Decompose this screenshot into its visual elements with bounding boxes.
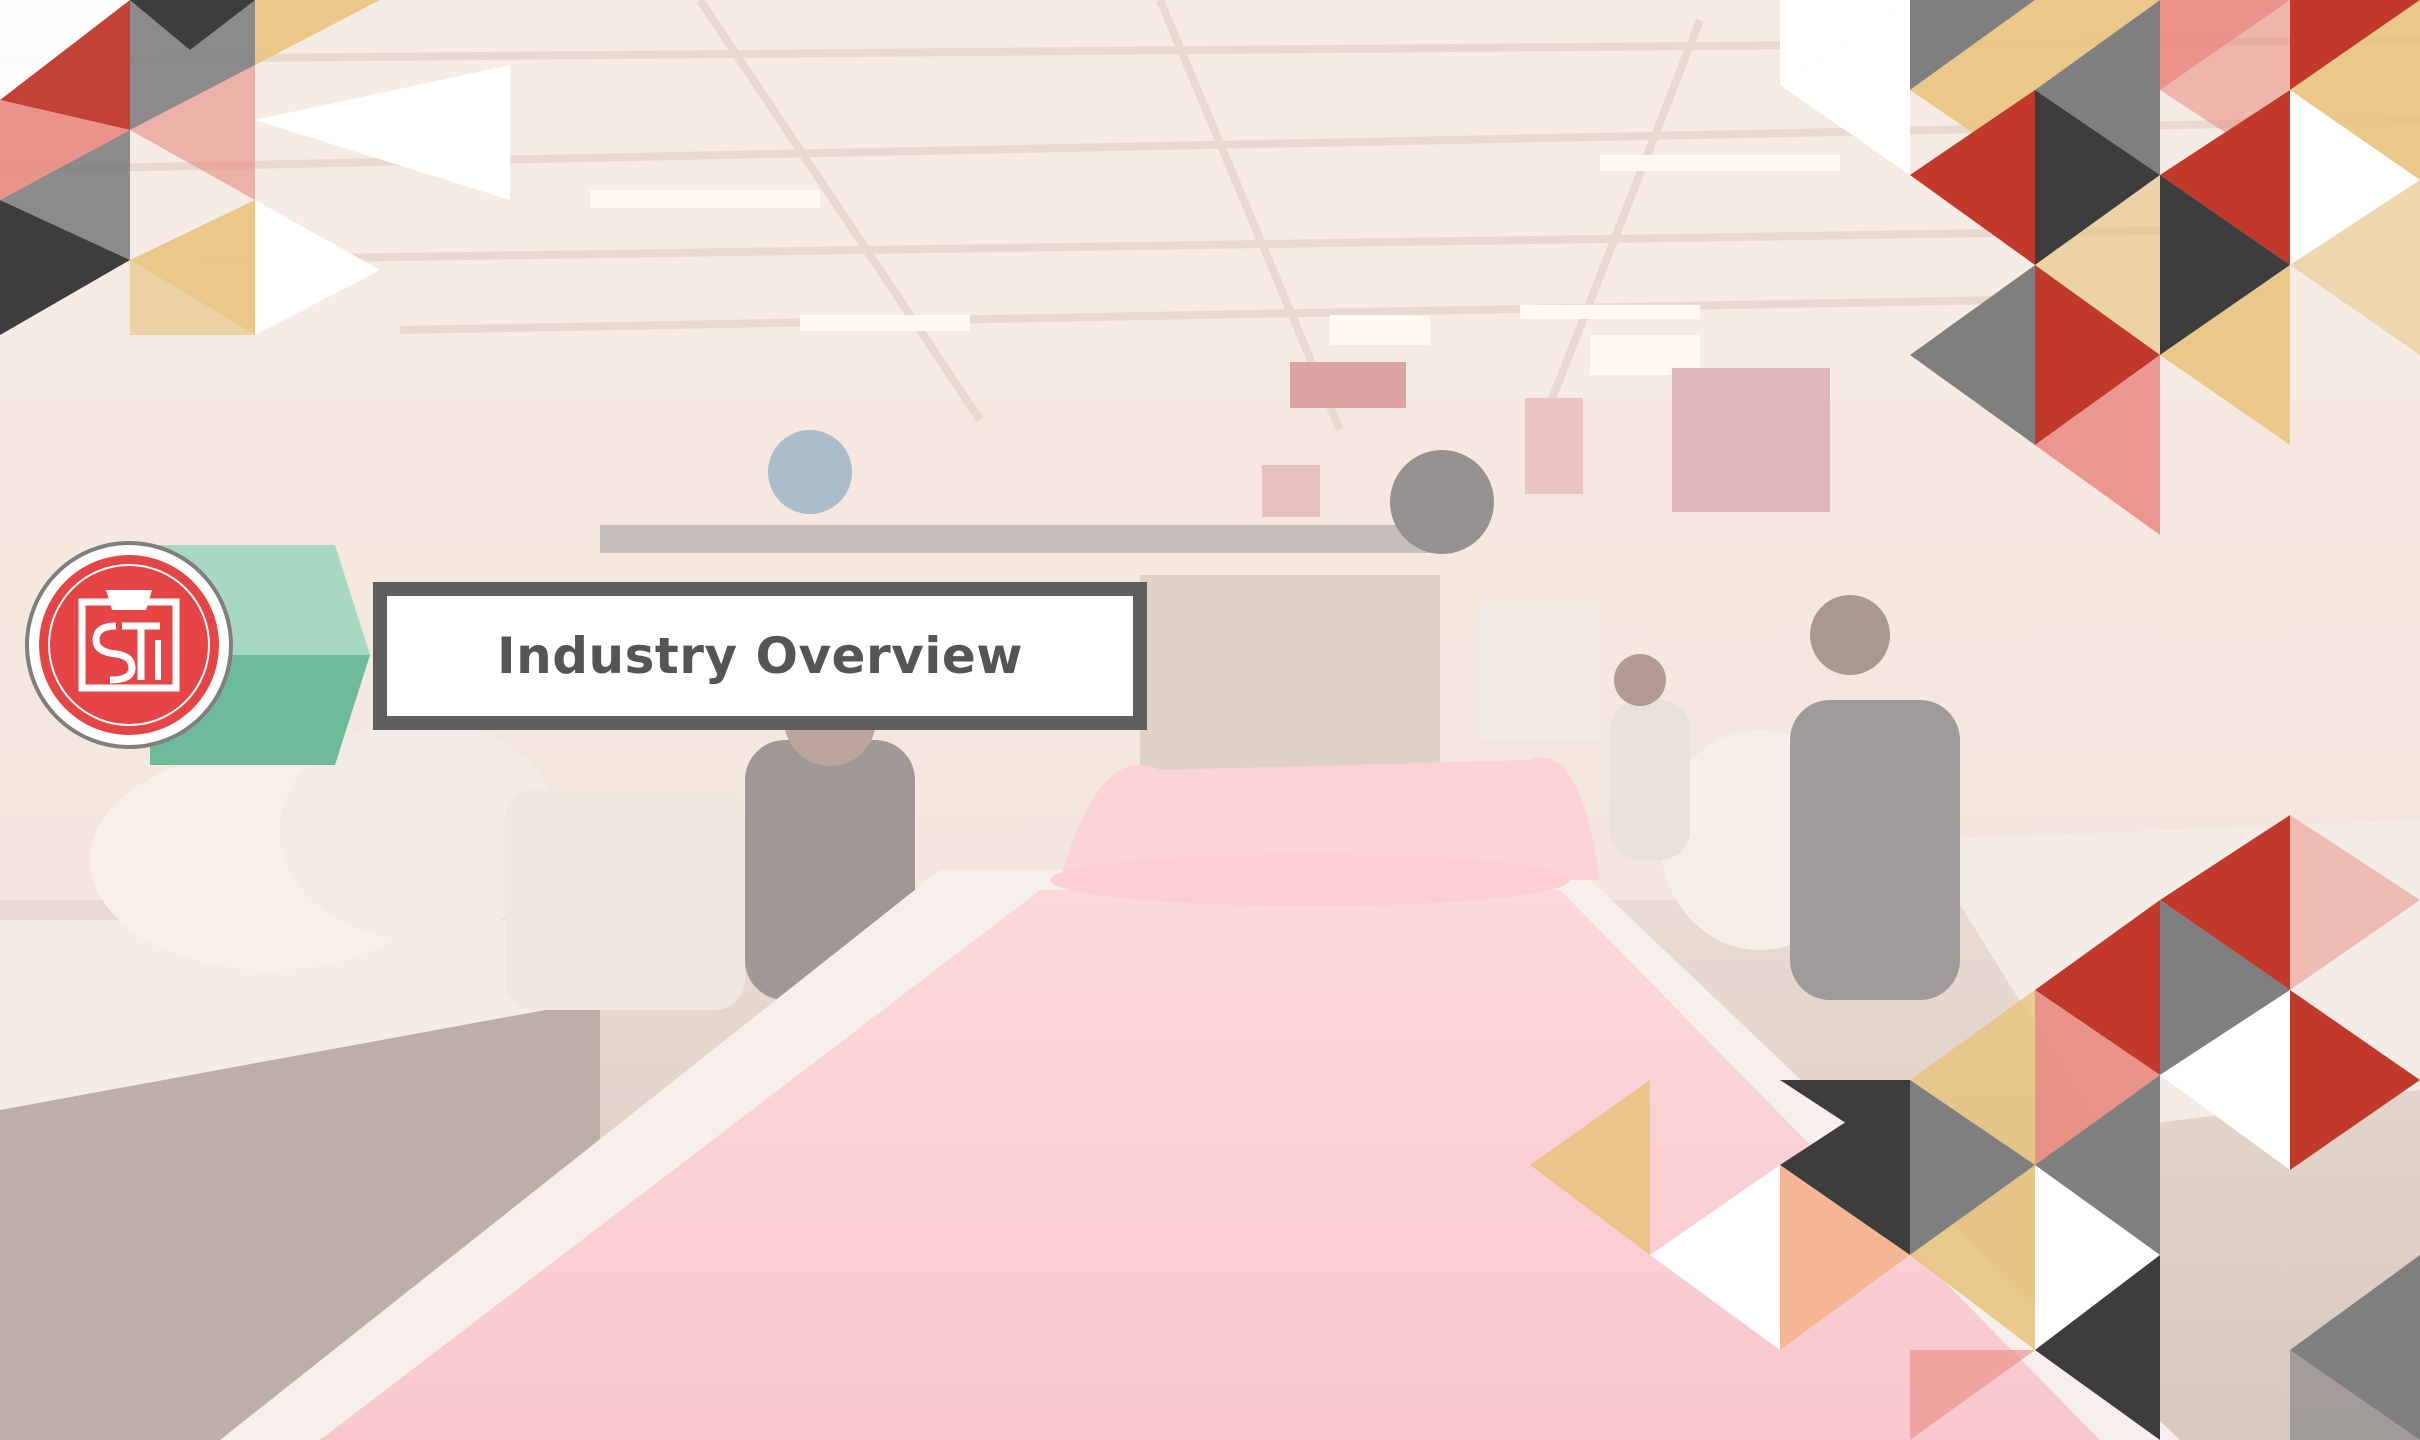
slide-title: Industry Overview (497, 627, 1023, 685)
title-banner: Industry Overview (373, 582, 1147, 730)
slide: Industry Overview (0, 0, 2420, 1440)
title-banner-inner: Industry Overview (387, 596, 1133, 716)
sti-logo (25, 541, 233, 749)
